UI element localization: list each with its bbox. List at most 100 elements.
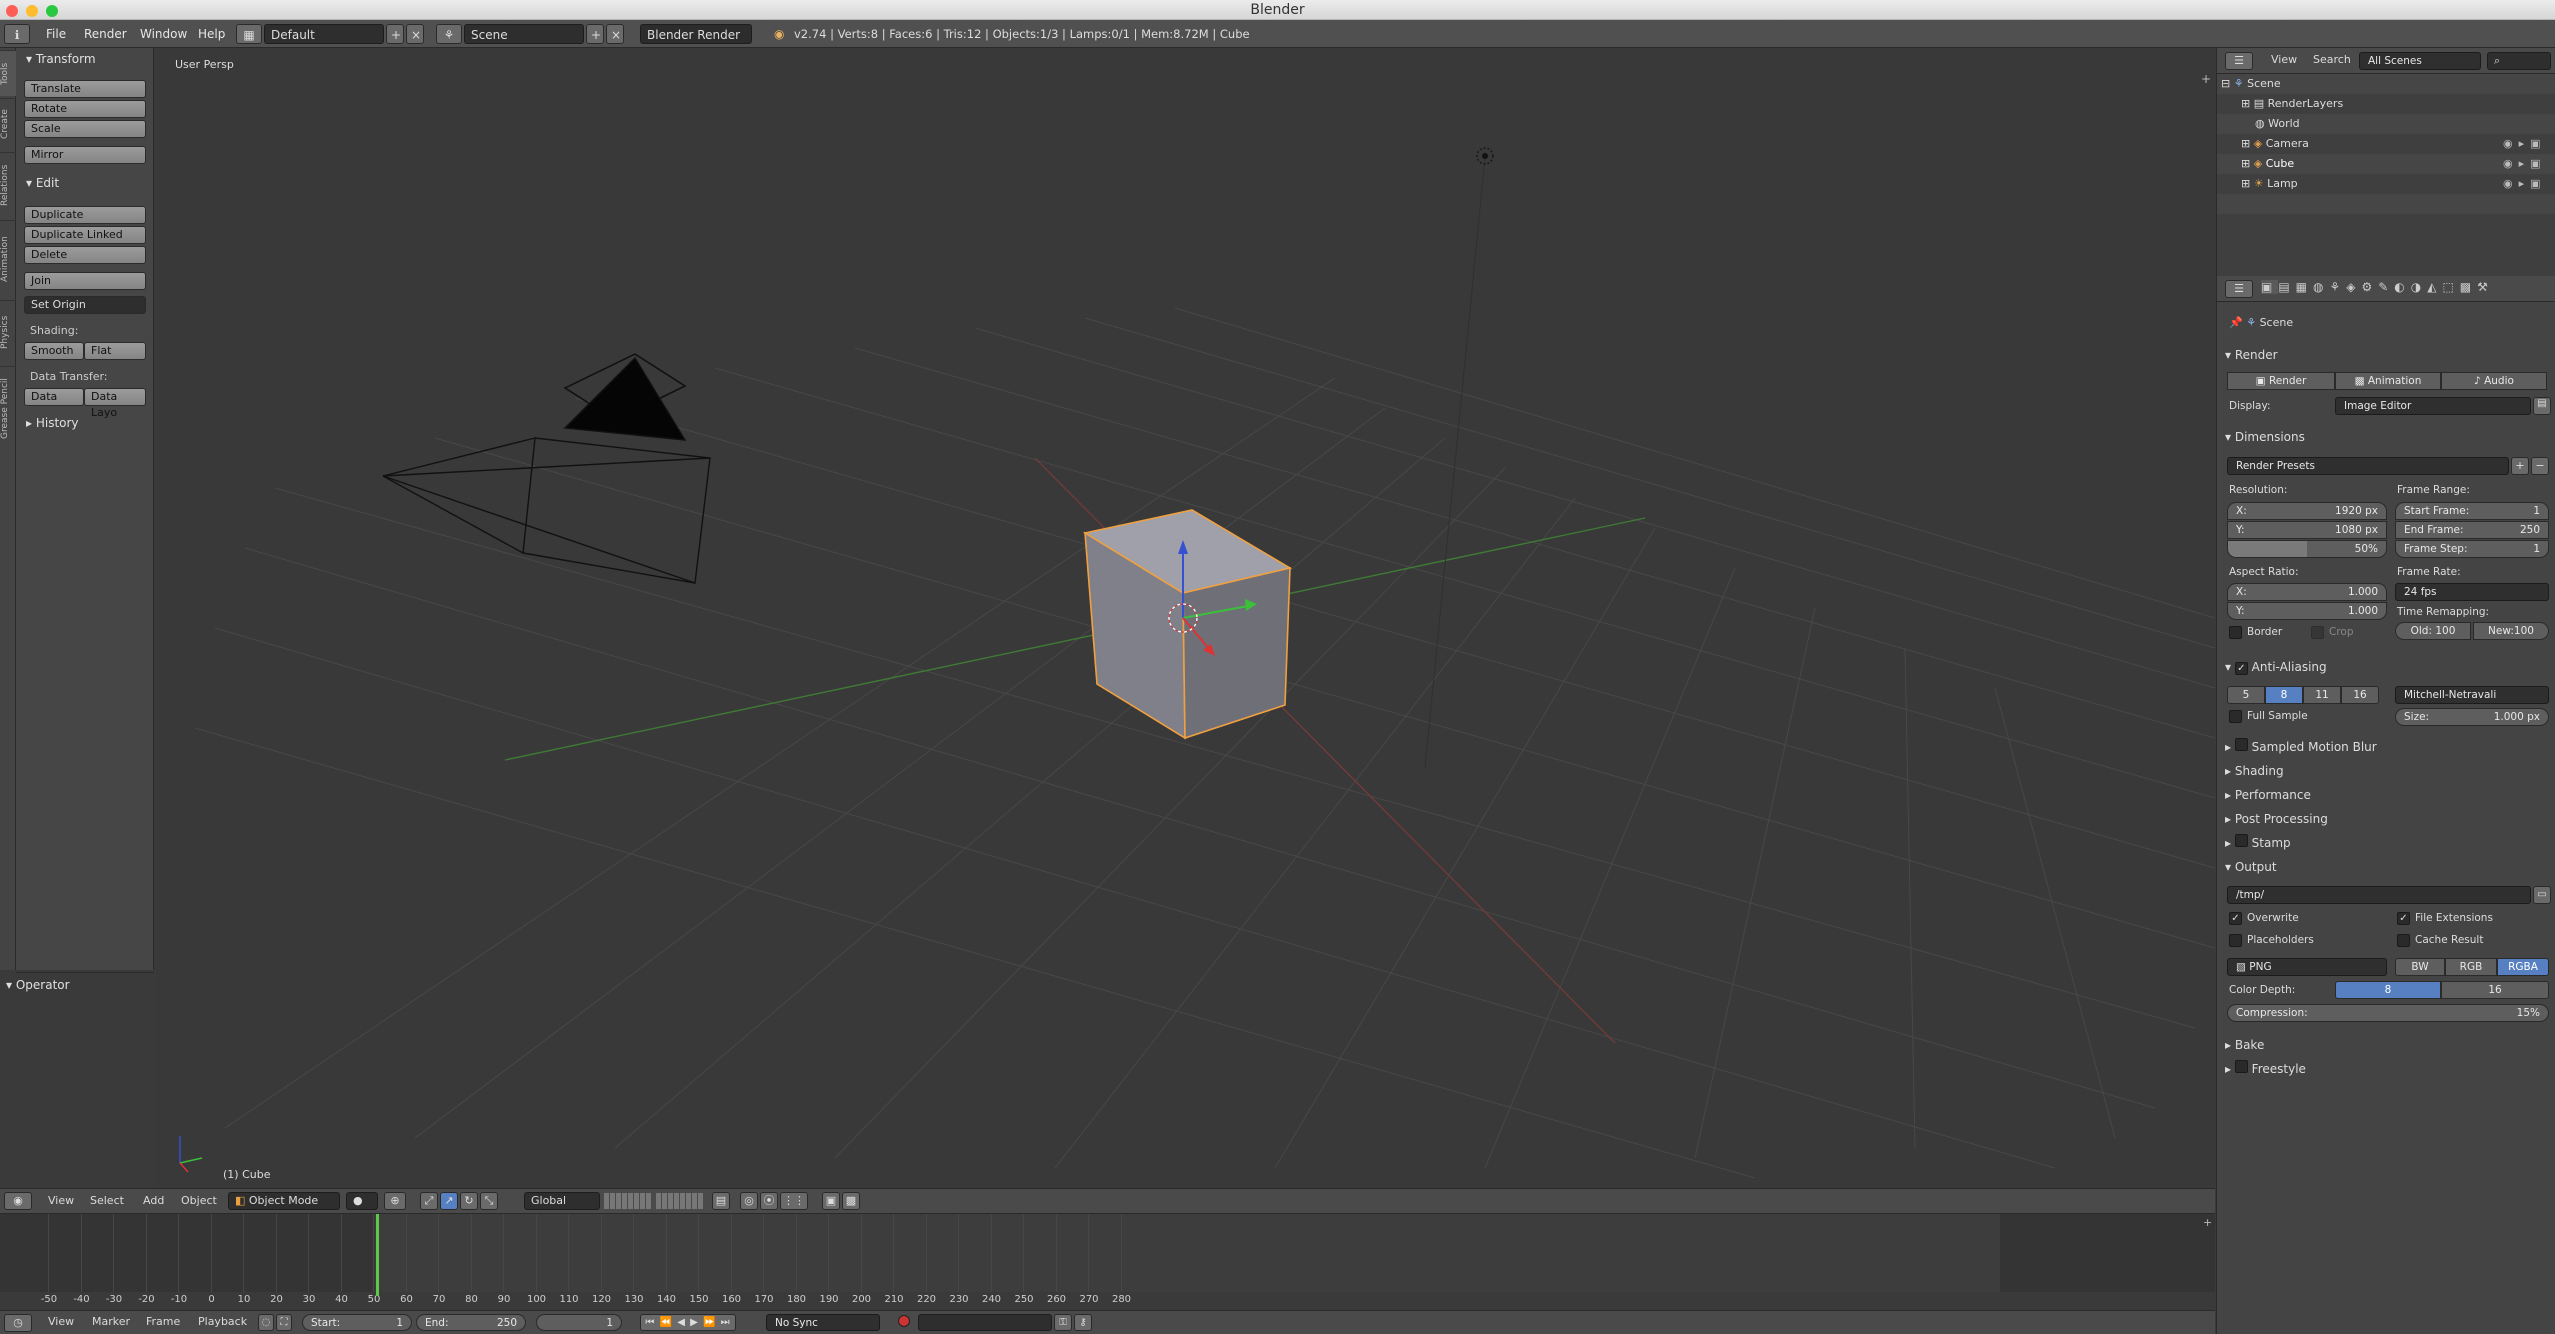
translate-button[interactable]: Translate — [24, 80, 146, 98]
aa-samples-5[interactable]: 5 — [2227, 686, 2265, 704]
tab-physics[interactable]: Physics — [0, 300, 16, 364]
motion-blur-checkbox[interactable] — [2235, 738, 2248, 751]
motion-blur-panel-header[interactable]: ▸ Sampled Motion Blur — [2225, 736, 2377, 758]
render-presets-dropdown[interactable]: Render Presets — [2227, 457, 2509, 475]
delete-button[interactable]: Delete — [24, 246, 146, 264]
start-frame-prop-field[interactable]: Start Frame:1 — [2395, 502, 2549, 520]
data-layout-button[interactable]: Data Layo — [84, 388, 146, 406]
menu-render[interactable]: Render — [80, 24, 131, 44]
outliner-view-menu[interactable]: View — [2271, 53, 2297, 66]
properties-toggle-icon[interactable]: + — [2201, 72, 2211, 86]
render-tab-icon[interactable]: ▣ — [2261, 280, 2278, 294]
lock-layers-icon[interactable]: ▤ — [712, 1192, 730, 1210]
insert-keyframe-icon[interactable]: ⚿ — [1054, 1314, 1072, 1331]
tab-grease-pencil[interactable]: Grease Pencil — [0, 366, 16, 450]
3d-viewport[interactable]: User Persp (1) Cube + — [155, 48, 2215, 1188]
lock-range-icon[interactable]: ⛶ — [276, 1314, 292, 1331]
render-button[interactable]: ▣ Render — [2227, 372, 2335, 390]
aa-checkbox[interactable]: ✓ — [2235, 662, 2248, 675]
menu-select[interactable]: Select — [90, 1194, 124, 1207]
scene-icon[interactable]: ⚘ — [436, 24, 462, 44]
duplicate-linked-button[interactable]: Duplicate Linked — [24, 226, 146, 244]
mode-dropdown[interactable]: ◧ Object Mode — [228, 1192, 340, 1210]
file-extensions-checkbox[interactable]: ✓ — [2397, 912, 2410, 925]
smooth-button[interactable]: Smooth — [24, 342, 84, 360]
shading-panel-header[interactable]: ▸ Shading — [2225, 760, 2284, 782]
animation-button[interactable]: ▩ Animation — [2335, 372, 2441, 390]
sync-dropdown[interactable]: No Sync — [766, 1314, 880, 1331]
editor-type-icon[interactable]: ◉ — [4, 1192, 32, 1210]
color-depth-8[interactable]: 8 — [2335, 981, 2441, 999]
output-panel-header[interactable]: ▾ Output — [2225, 856, 2277, 878]
remove-preset-icon[interactable]: − — [2531, 457, 2549, 475]
playback-controls[interactable]: ⏮ ⏪ ◀ ▶ ⏩ ⏭ — [640, 1314, 736, 1331]
flat-button[interactable]: Flat — [84, 342, 146, 360]
cache-result-checkbox[interactable] — [2397, 934, 2410, 947]
outliner-item-cube[interactable]: ⊞ ◈ Cube — [2241, 154, 2294, 174]
outliner-item-renderlayers[interactable]: ⊞ ▤ RenderLayers — [2241, 94, 2343, 114]
bake-panel-header[interactable]: ▸ Bake — [2225, 1034, 2264, 1056]
add-scene-icon[interactable]: + — [586, 24, 604, 44]
manipulator-toggle-icon[interactable]: ⤢ — [420, 1192, 438, 1210]
render-panel-header[interactable]: ▾ Render — [2225, 344, 2278, 366]
menu-help[interactable]: Help — [194, 24, 229, 44]
performance-panel-header[interactable]: ▸ Performance — [2225, 784, 2311, 806]
timeline-menu-playback[interactable]: Playback — [198, 1315, 247, 1328]
color-mode-rgb[interactable]: RGB — [2445, 958, 2497, 976]
outliner-search-input[interactable]: ⌕ — [2487, 52, 2551, 70]
viewport-shading-dropdown[interactable]: ● — [346, 1192, 378, 1210]
rotate-manipulator-icon[interactable]: ↻ — [460, 1192, 478, 1210]
keying-set-field[interactable] — [918, 1314, 1052, 1331]
end-frame-prop-field[interactable]: End Frame:250 — [2395, 521, 2549, 539]
filter-size-field[interactable]: Size:1.000 px — [2395, 708, 2549, 726]
camera-visibility-icons[interactable]: ◉▸▣ — [2503, 134, 2547, 154]
aa-filter-dropdown[interactable]: Mitchell-Netravali — [2395, 686, 2549, 704]
editor-type-icon[interactable]: ℹ — [4, 24, 30, 44]
outliner-item-world[interactable]: ◍ World — [2255, 114, 2300, 134]
render-anim-icon[interactable]: ▩ — [842, 1192, 860, 1210]
menu-object[interactable]: Object — [181, 1194, 217, 1207]
pivot-icon[interactable]: ⊕ — [384, 1192, 406, 1210]
current-frame-indicator[interactable] — [376, 1214, 379, 1296]
set-origin-dropdown[interactable]: Set Origin — [24, 296, 146, 314]
full-sample-checkbox[interactable] — [2229, 710, 2242, 723]
aa-samples-8[interactable]: 8 — [2265, 686, 2303, 704]
aspect-x-field[interactable]: X:1.000 — [2227, 583, 2387, 601]
preview-range-icon[interactable]: ◌ — [258, 1314, 274, 1331]
edit-panel-header[interactable]: ▾ Edit — [26, 176, 59, 190]
freestyle-panel-header[interactable]: ▸ Freestyle — [2225, 1058, 2306, 1080]
layer-buttons-1[interactable] — [604, 1193, 652, 1209]
stamp-panel-header[interactable]: ▸ Stamp — [2225, 832, 2291, 854]
file-format-dropdown[interactable]: ▧ PNG — [2227, 958, 2387, 976]
screen-layout-icon[interactable]: ▦ — [236, 24, 262, 44]
editor-type-icon[interactable]: ☰ — [2225, 280, 2253, 298]
color-depth-16[interactable]: 16 — [2441, 981, 2549, 999]
scale-button[interactable]: Scale — [24, 120, 146, 138]
frame-step-field[interactable]: Frame Step:1 — [2395, 540, 2549, 558]
screen-layout-field[interactable]: Default — [264, 24, 384, 44]
outliner-search-menu[interactable]: Search — [2313, 53, 2351, 66]
aspect-y-field[interactable]: Y:1.000 — [2227, 602, 2387, 620]
aa-samples-16[interactable]: 16 — [2341, 686, 2379, 704]
crop-checkbox[interactable] — [2311, 626, 2324, 639]
orientation-dropdown[interactable]: Global — [524, 1192, 600, 1210]
menu-view[interactable]: View — [48, 1194, 74, 1207]
frame-rate-dropdown[interactable]: 24 fps — [2395, 583, 2549, 601]
folder-icon[interactable]: ▭ — [2533, 886, 2551, 904]
transform-panel-header[interactable]: ▾ Transform — [26, 52, 96, 66]
snap-element-dropdown[interactable]: ⋮⋮ — [780, 1192, 808, 1210]
translate-manipulator-icon[interactable]: ↗ — [440, 1192, 458, 1210]
placeholders-checkbox[interactable] — [2229, 934, 2242, 947]
delete-screen-icon[interactable]: × — [406, 24, 424, 44]
lamp-visibility-icons[interactable]: ◉▸▣ — [2503, 174, 2547, 194]
tab-create[interactable]: Create — [0, 98, 16, 150]
proportional-edit-icon[interactable]: ◎ — [740, 1192, 758, 1210]
remap-new-field[interactable]: New:100 — [2473, 622, 2549, 640]
stamp-checkbox[interactable] — [2235, 834, 2248, 847]
snap-toggle-icon[interactable]: ⦿ — [760, 1192, 778, 1210]
audio-button[interactable]: ♪ Audio — [2441, 372, 2547, 390]
display-dropdown[interactable]: Image Editor — [2335, 397, 2531, 415]
color-mode-bw[interactable]: BW — [2395, 958, 2445, 976]
menu-add[interactable]: Add — [143, 1194, 164, 1207]
rotate-button[interactable]: Rotate — [24, 100, 146, 118]
